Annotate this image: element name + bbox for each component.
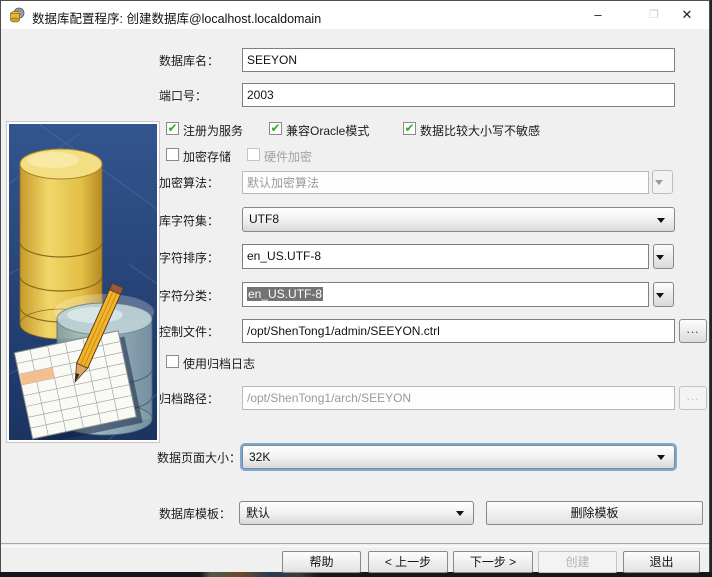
check-icon: ✔ xyxy=(167,121,177,135)
selected-text: en_US.UTF-8 xyxy=(247,287,323,301)
chevron-down-icon xyxy=(656,255,664,260)
archive-log-checkbox[interactable] xyxy=(166,355,179,368)
classification-label: 字符分类： xyxy=(159,287,219,304)
template-combobox[interactable]: 默认 xyxy=(239,501,474,525)
control-file-label: 控制文件： xyxy=(159,323,219,340)
db-name-label: 数据库名： xyxy=(159,52,219,69)
control-file-browse-button[interactable]: ... xyxy=(679,319,707,343)
chevron-down-icon xyxy=(656,293,664,298)
page-size-value: 32K xyxy=(249,450,270,464)
db-name-input[interactable]: SEEYON xyxy=(242,48,675,72)
register-service-label: 注册为服务 xyxy=(183,122,243,139)
encrypt-storage-checkbox[interactable] xyxy=(166,148,179,161)
collation-combobox[interactable]: en_US.UTF-8 xyxy=(242,244,649,269)
window-title: 数据库配置程序: 创建数据库@localhost.localdomain xyxy=(32,8,321,27)
control-file-input[interactable]: /opt/ShenTong1/admin/SEEYON.ctrl xyxy=(242,319,675,343)
title-bar[interactable]: 数据库配置程序: 创建数据库@localhost.localdomain – ❒… xyxy=(1,1,709,30)
close-button[interactable]: ✕ xyxy=(664,1,710,29)
help-button[interactable]: 帮助 xyxy=(282,551,361,573)
case-insensitive-checkbox[interactable]: ✔ xyxy=(403,122,416,135)
encrypt-storage-label: 加密存储 xyxy=(183,148,231,165)
exit-button[interactable]: 退出 xyxy=(623,551,700,573)
classification-combobox[interactable]: en_US.UTF-8 xyxy=(242,282,649,307)
template-label: 数据库模板： xyxy=(159,505,231,522)
archive-log-label: 使用归档日志 xyxy=(183,355,255,372)
charset-combobox[interactable]: UTF8 xyxy=(242,207,675,232)
template-value: 默认 xyxy=(246,506,270,520)
oracle-mode-checkbox[interactable]: ✔ xyxy=(269,122,282,135)
check-icon: ✔ xyxy=(404,121,414,135)
prev-step-button[interactable]: < 上一步 xyxy=(368,551,448,573)
database-artwork-panel xyxy=(7,122,159,442)
chevron-down-icon xyxy=(657,218,665,223)
oracle-mode-label: 兼容Oracle模式 xyxy=(286,122,369,139)
chevron-down-icon xyxy=(456,511,464,516)
port-input[interactable]: 2003 xyxy=(242,83,675,107)
page-size-combobox[interactable]: 32K xyxy=(242,445,675,469)
encrypt-algo-combo: 默认加密算法 xyxy=(242,171,649,194)
hardware-encrypt-label: 硬件加密 xyxy=(264,148,312,165)
chevron-down-icon xyxy=(655,180,663,185)
delete-template-button[interactable]: 删除模板 xyxy=(486,501,703,525)
archive-path-browse-button: ... xyxy=(679,386,707,410)
screen: 数据库配置程序: 创建数据库@localhost.localdomain – ❒… xyxy=(0,0,712,577)
collation-dropdown-button[interactable] xyxy=(653,244,674,269)
check-icon: ✔ xyxy=(270,121,280,135)
app-icon xyxy=(9,7,25,23)
chevron-down-icon xyxy=(657,455,665,460)
footer-separator xyxy=(1,543,709,547)
classification-dropdown-button[interactable] xyxy=(653,282,674,307)
minimize-button[interactable]: – xyxy=(575,1,621,29)
hardware-encrypt-checkbox xyxy=(247,148,260,161)
collation-label: 字符排序： xyxy=(159,249,219,266)
next-step-button[interactable]: 下一步 > xyxy=(453,551,533,573)
register-service-checkbox[interactable]: ✔ xyxy=(166,122,179,135)
encrypt-algo-dropdown-button xyxy=(652,170,673,194)
case-insensitive-label: 数据比较大小写不敏感 xyxy=(420,122,540,139)
page-size-label: 数据页面大小： xyxy=(157,449,241,466)
archive-path-input: /opt/ShenTong1/arch/SEEYON xyxy=(242,386,675,410)
db-config-wizard-window: 数据库配置程序: 创建数据库@localhost.localdomain – ❒… xyxy=(0,0,710,572)
archive-path-label: 归档路径： xyxy=(159,390,219,407)
charset-label: 库字符集： xyxy=(159,212,219,229)
port-label: 端口号： xyxy=(159,87,207,104)
charset-value: UTF8 xyxy=(249,212,279,226)
dialog-body: 数据库名： SEEYON 端口号： 2003 ✔ 注册为服务 ✔ 兼容Oracl… xyxy=(1,29,709,572)
create-button: 创建 xyxy=(538,551,617,573)
database-artwork xyxy=(9,124,157,440)
encrypt-algo-label: 加密算法： xyxy=(159,174,219,191)
